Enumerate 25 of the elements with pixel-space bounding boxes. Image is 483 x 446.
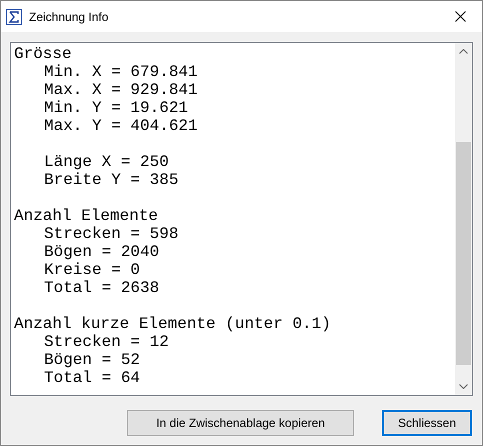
info-line: Max. X = 929.841 bbox=[44, 81, 198, 99]
info-line: Länge X = 250 bbox=[44, 153, 169, 171]
section-heading: Grösse bbox=[14, 45, 72, 63]
copy-to-clipboard-button[interactable]: In die Zwischenablage kopieren bbox=[127, 410, 354, 436]
sigma-icon bbox=[6, 8, 22, 24]
close-dialog-button[interactable]: Schliessen bbox=[382, 410, 472, 436]
scroll-down-icon[interactable] bbox=[459, 384, 468, 389]
info-line: Strecken = 12 bbox=[44, 333, 169, 351]
info-line: Breite Y = 385 bbox=[44, 171, 178, 189]
info-line: Min. X = 679.841 bbox=[44, 63, 198, 81]
scrollbar-thumb[interactable] bbox=[456, 142, 471, 365]
info-line: Min. Y = 19.621 bbox=[44, 99, 188, 117]
info-line: Kreise = 0 bbox=[44, 261, 140, 279]
scrollbar[interactable] bbox=[455, 43, 472, 395]
info-line: Strecken = 598 bbox=[44, 225, 178, 243]
info-line: Max. Y = 404.621 bbox=[44, 117, 198, 135]
info-line: Total = 2638 bbox=[44, 279, 160, 297]
section-heading: Anzahl kurze Elemente (unter 0.1) bbox=[14, 315, 331, 333]
scroll-up-icon[interactable] bbox=[459, 49, 468, 54]
info-line: Bögen = 52 bbox=[44, 351, 140, 369]
info-line: Bögen = 2040 bbox=[44, 243, 160, 261]
window-title: Zeichnung Info bbox=[29, 8, 108, 26]
close-icon[interactable] bbox=[454, 11, 466, 22]
info-line: Total = 64 bbox=[44, 369, 140, 387]
section-heading: Anzahl Elemente bbox=[14, 207, 158, 225]
